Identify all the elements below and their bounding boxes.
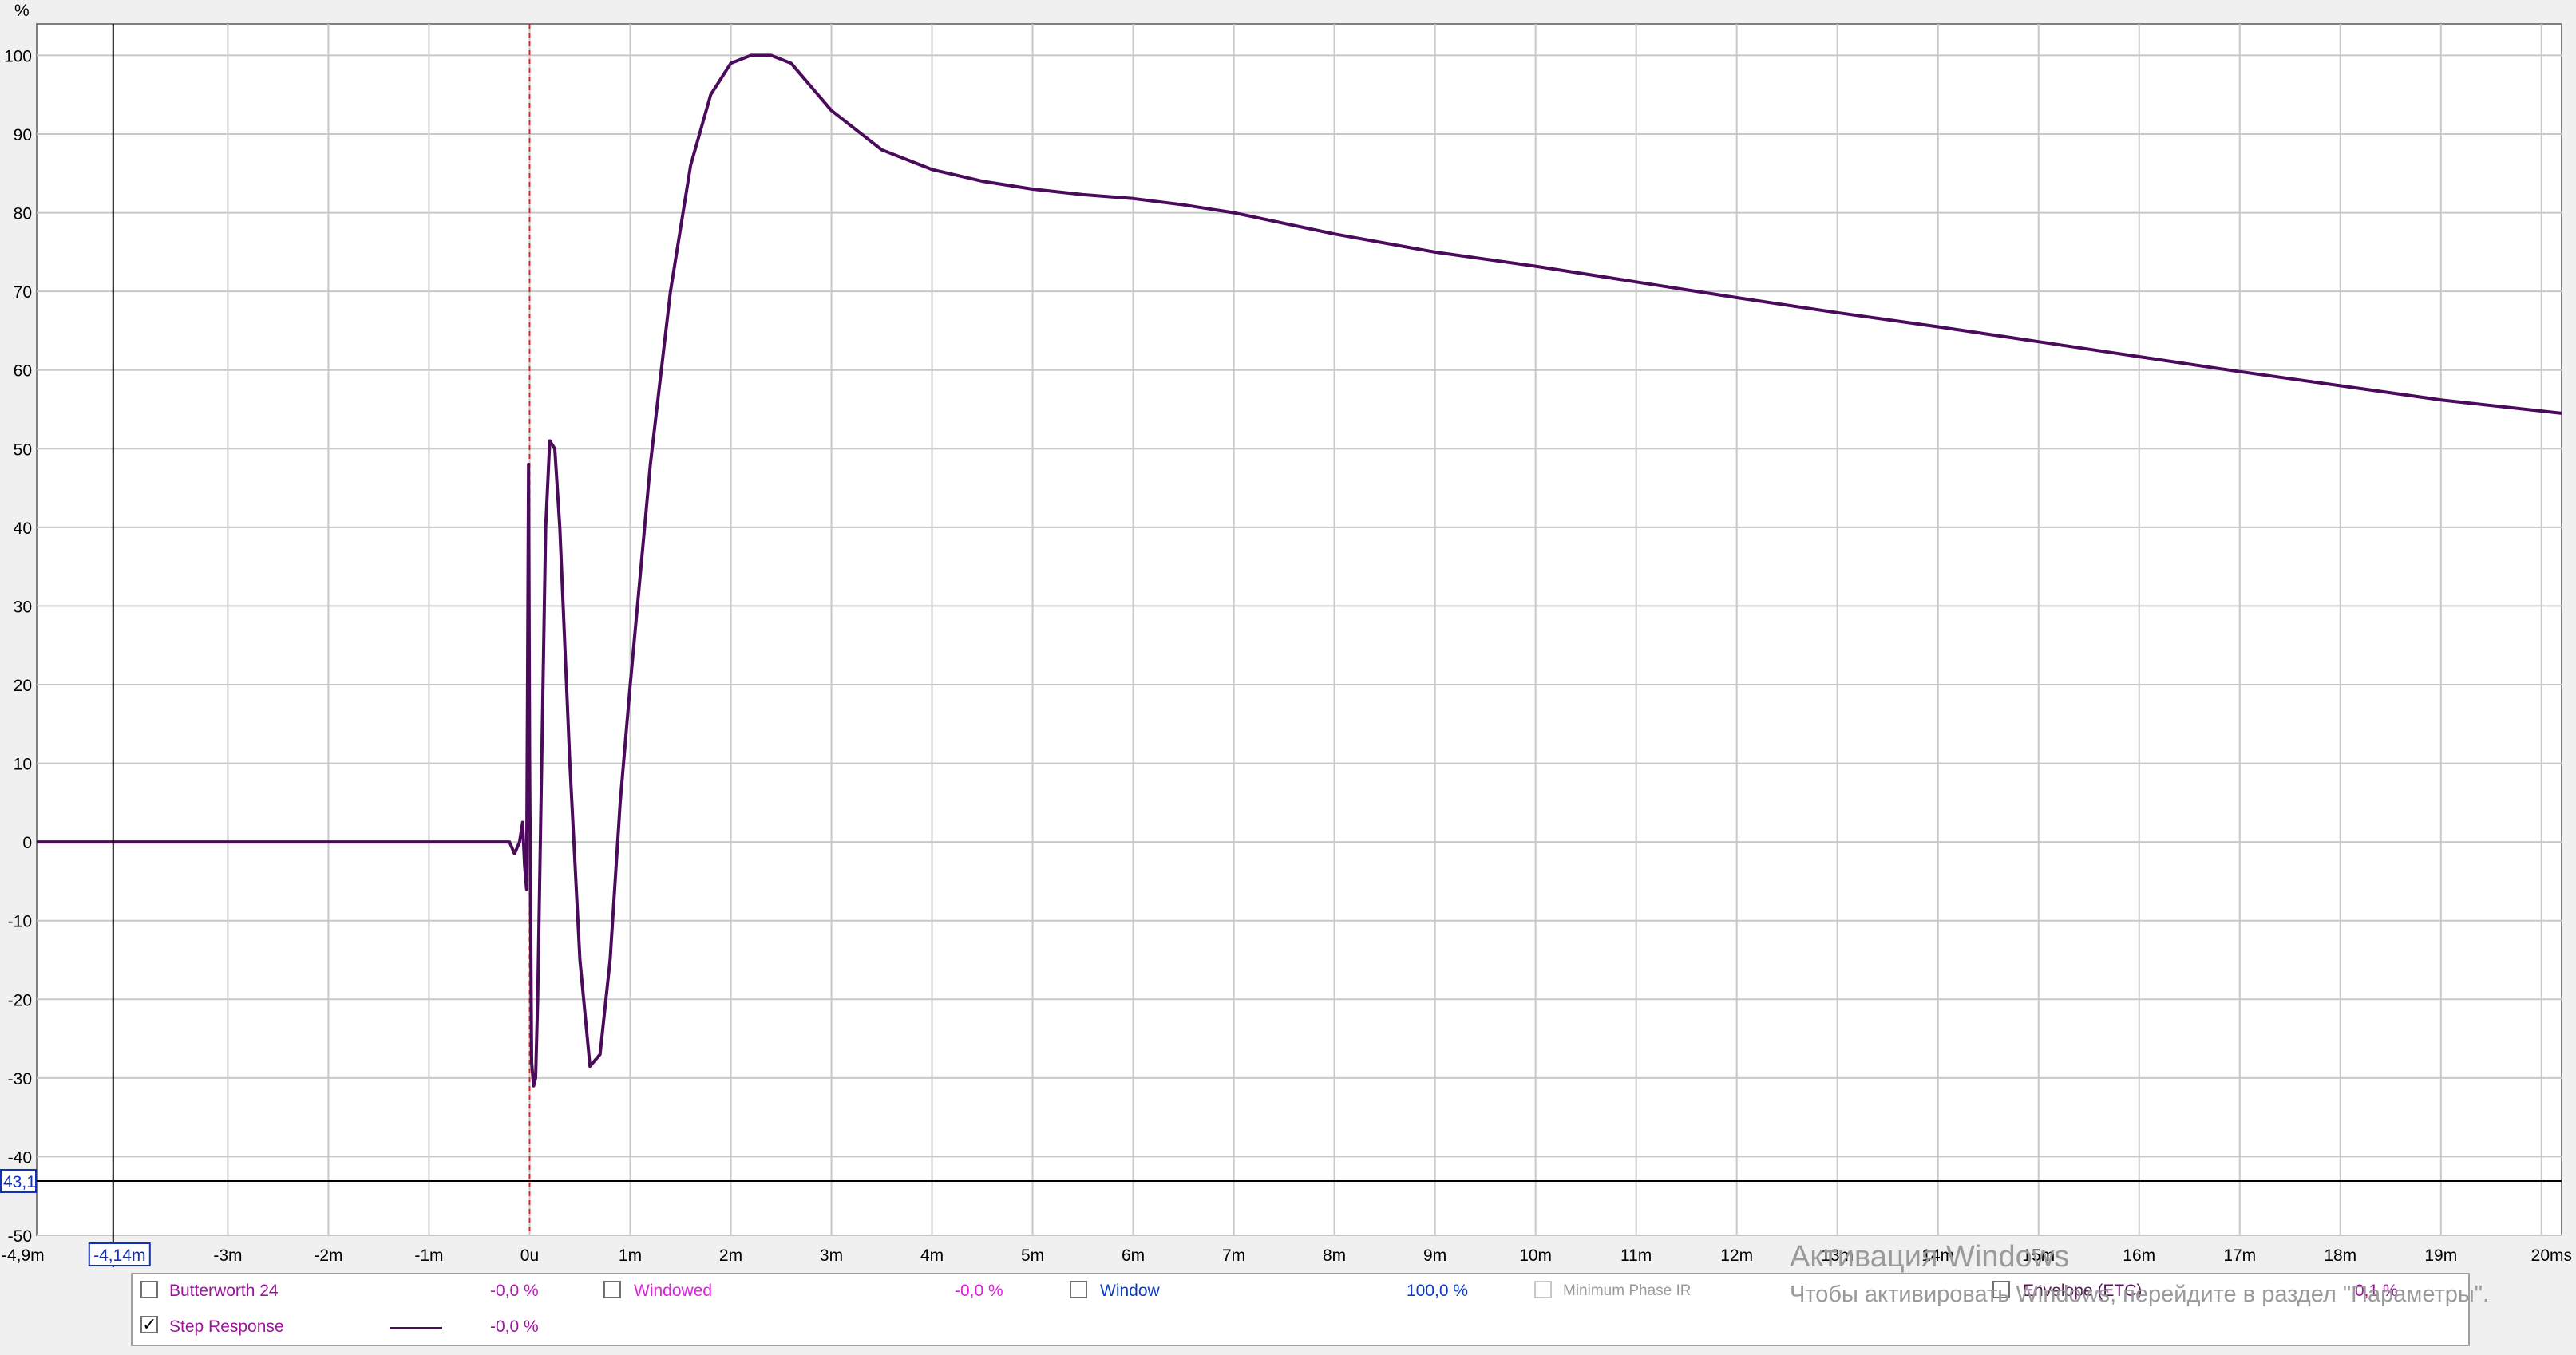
x-tick-label: -3m: [213, 1246, 242, 1265]
step-response-chart[interactable]: 1009080706050403020100-10-20-30-40-50 -4…: [0, 0, 2576, 1273]
y-tick-label: -50: [8, 1227, 32, 1246]
y-tick-label: -30: [8, 1070, 32, 1088]
x-tick-label: -4,9m: [2, 1246, 45, 1265]
x-tick-label: 12m: [1720, 1246, 1753, 1265]
butterworth-24-checkbox[interactable]: [140, 1281, 158, 1298]
legend-value-step-response: -0,0 %: [490, 1317, 539, 1336]
x-tick-label: 10m: [1519, 1246, 1552, 1265]
windows-activation-subtitle: Чтобы активировать Windows, перейдите в …: [1790, 1282, 2490, 1307]
x-tick-label: 2m: [719, 1246, 742, 1265]
legend-value-butterworth-24: -0,0 %: [490, 1282, 539, 1300]
x-tick-label: 0u: [520, 1246, 539, 1265]
y-tick-label: 100: [4, 47, 32, 65]
plot-area[interactable]: [36, 23, 2562, 1236]
legend-label-window: Window: [1100, 1282, 1160, 1300]
x-tick-label: 6m: [1122, 1246, 1145, 1265]
cursor-x-readout: -4,14m: [88, 1242, 151, 1266]
legend-label-step-response: Step Response: [169, 1317, 284, 1336]
windows-activation-title: Активация Windows: [1790, 1240, 2070, 1274]
x-tick-label: 8m: [1323, 1246, 1346, 1265]
x-tick-label: -1m: [414, 1246, 443, 1265]
x-tick-label: 19m: [2424, 1246, 2457, 1265]
y-axis-tick-labels: 1009080706050403020100-10-20-30-40-50: [4, 47, 32, 1246]
x-tick-label: 17m: [2223, 1246, 2256, 1265]
y-tick-label: 50: [14, 440, 32, 459]
legend-label-windowed: Windowed: [634, 1282, 713, 1300]
cursor-y-readout: 43,1: [0, 1168, 37, 1193]
legend-label-minimum-phase-ir: Minimum Phase IR: [1563, 1282, 1692, 1299]
x-tick-label: 1m: [619, 1246, 642, 1265]
x-tick-label: 11m: [1620, 1246, 1652, 1265]
step-response-checkbox[interactable]: ✓: [140, 1316, 158, 1333]
x-tick-label: 9m: [1423, 1246, 1446, 1265]
x-tick-label: 20ms: [2531, 1246, 2572, 1265]
y-tick-label: 20: [14, 677, 32, 695]
y-tick-label: 80: [14, 205, 32, 223]
legend-label-butterworth-24: Butterworth 24: [169, 1282, 279, 1300]
x-tick-label: 5m: [1021, 1246, 1044, 1265]
y-tick-label: 90: [14, 126, 32, 144]
x-tick-label: -2m: [314, 1246, 342, 1265]
cursor-y-label: 43,1: [3, 1173, 36, 1191]
minimum-phase-ir-checkbox[interactable]: [1534, 1281, 1552, 1298]
y-tick-label: 0: [22, 834, 32, 852]
y-tick-label: 60: [14, 362, 32, 381]
x-tick-label: 4m: [920, 1246, 944, 1265]
y-tick-label: 10: [14, 756, 32, 774]
y-tick-label: 40: [14, 519, 32, 538]
y-tick-label: 30: [14, 598, 32, 616]
y-tick-label: -10: [8, 913, 32, 931]
x-tick-label: 16m: [2123, 1246, 2155, 1265]
cursor-x-label: -4,14m: [93, 1246, 145, 1265]
y-tick-label: -20: [8, 991, 32, 1009]
legend-value-window: 100,0 %: [1407, 1282, 1469, 1300]
y-tick-label: 70: [14, 283, 32, 302]
windowed-checkbox[interactable]: [603, 1281, 621, 1298]
x-tick-label: 7m: [1222, 1246, 1245, 1265]
x-tick-label: 18m: [2324, 1246, 2356, 1265]
x-axis-tick-labels: -4,9m -3m -2m -1m 0u 1m 2m 3m 4m 5m 6m 7m 8m 9m 10m 11m…: [2, 1246, 2572, 1265]
step-response-line-swatch: [390, 1327, 442, 1329]
y-tick-label: -40: [8, 1148, 32, 1167]
window-checkbox[interactable]: [1070, 1281, 1087, 1298]
y-axis-label: %: [14, 2, 30, 20]
x-tick-label: 3m: [820, 1246, 843, 1265]
legend-value-windowed: -0,0 %: [955, 1282, 1003, 1300]
